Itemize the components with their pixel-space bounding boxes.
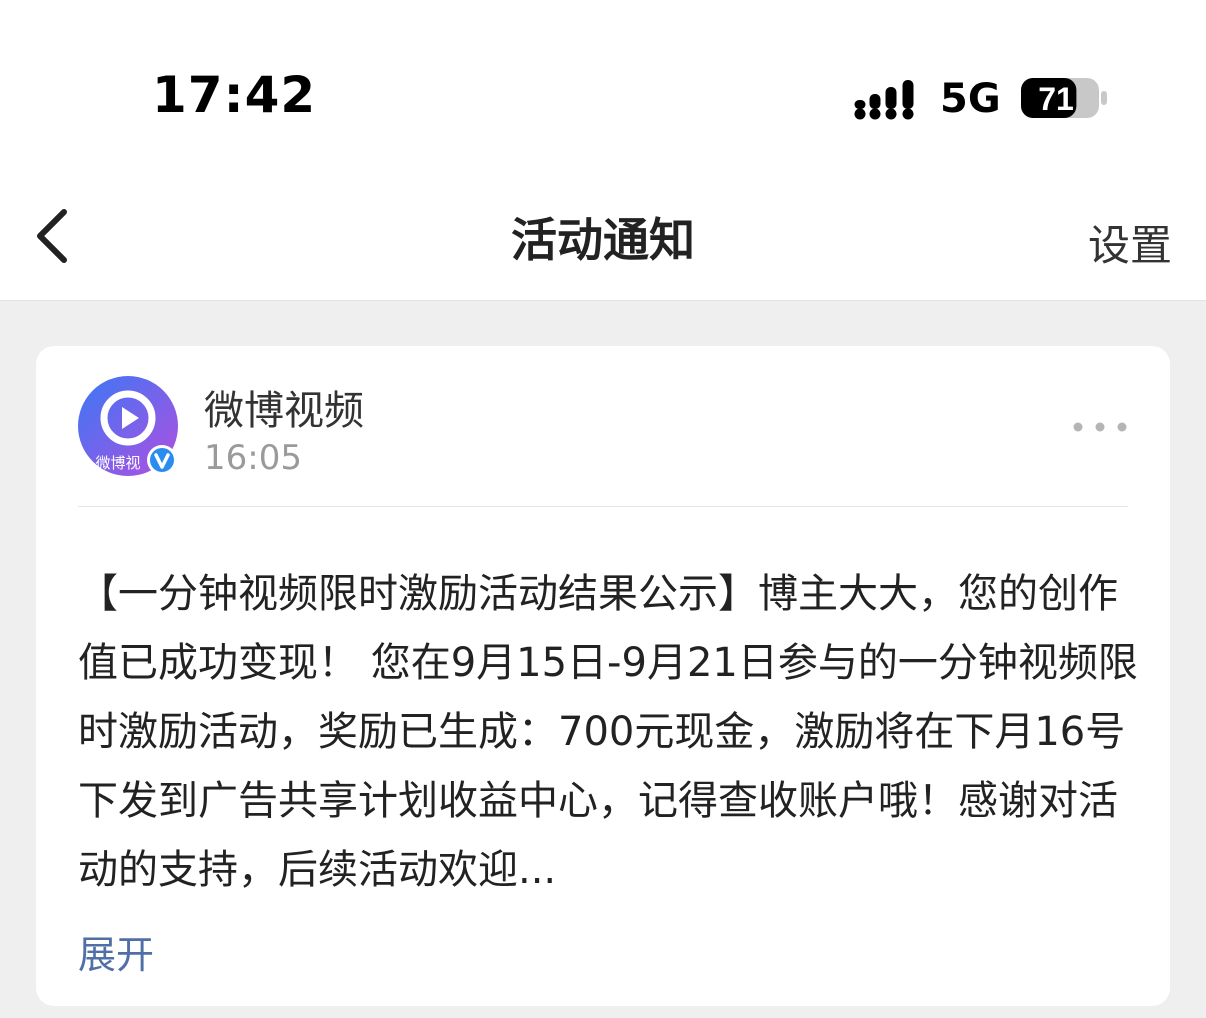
sender-name[interactable]: 微博视频: [204, 378, 364, 436]
message-body: 【一分钟视频限时激励活动结果公示】博主大大，您的创作值已成功变现！ 您在9月15…: [78, 571, 1138, 893]
divider: [78, 506, 1128, 507]
message-timestamp: 16:05: [204, 438, 302, 478]
settings-button[interactable]: 设置: [1088, 212, 1172, 273]
navigation-bar: 活动通知 设置: [0, 190, 1206, 301]
signal-strength-icon: [854, 80, 914, 120]
network-type: 5G: [940, 76, 1001, 122]
verified-badge-icon: [147, 445, 177, 475]
more-horizontal-icon[interactable]: [1072, 420, 1128, 434]
clock: 17:42: [152, 66, 317, 124]
battery-icon: 71: [1021, 78, 1107, 118]
expand-link[interactable]: 展开: [78, 924, 154, 979]
avatar[interactable]: 微博视: [78, 376, 182, 480]
page-title: 活动通知: [511, 213, 695, 267]
message-card[interactable]: 微博视 微博视频 16:05 【一分钟视频限时激励活动结果公示】博主大大，您的创…: [36, 346, 1170, 1006]
battery-level: 71: [1038, 81, 1074, 117]
avatar-label: 微博视: [95, 454, 140, 472]
status-bar: 17:42 5G 71: [0, 0, 1206, 190]
